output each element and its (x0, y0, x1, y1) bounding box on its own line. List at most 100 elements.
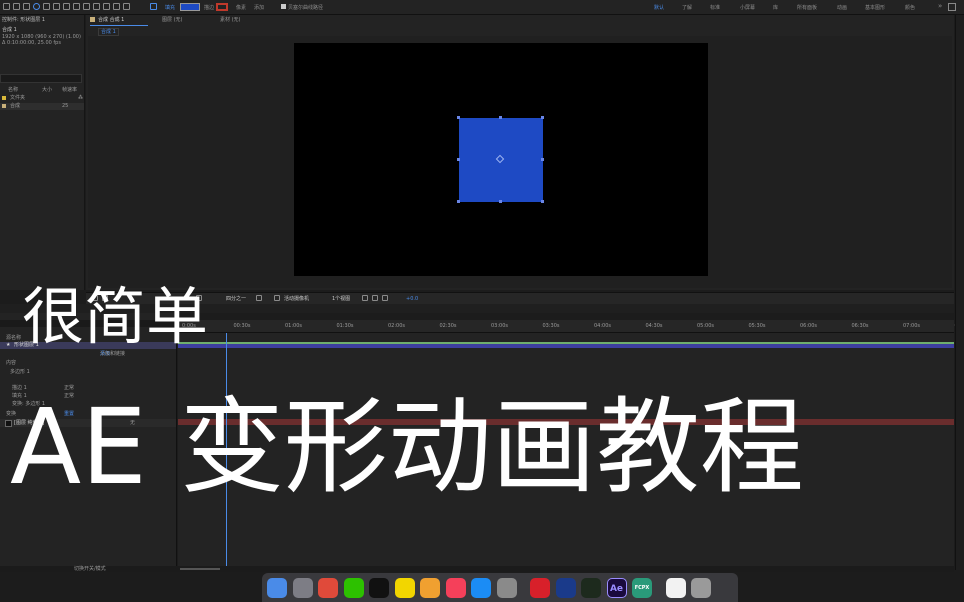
item-size: 25 (62, 103, 69, 109)
system-prefs-icon[interactable] (496, 578, 517, 598)
eraser-tool-icon[interactable] (103, 3, 110, 10)
views-select[interactable]: 1个视图 (332, 296, 350, 302)
col-size: 大小 (42, 87, 53, 93)
timeline-icon[interactable] (372, 295, 378, 301)
roto-tool-icon[interactable] (113, 3, 120, 10)
shape-handle[interactable] (541, 116, 544, 119)
viewer-control-bar: 四分之一 活动摄像机 1个视图 +0.0 (86, 292, 954, 304)
blue-square-shape[interactable] (457, 116, 544, 203)
project-search-input[interactable] (0, 74, 82, 83)
workspace-7[interactable]: 基本图形 (865, 4, 885, 11)
chrome-icon[interactable] (318, 578, 338, 598)
list-item[interactable]: 文件夹 ⁂ (0, 95, 84, 102)
shape-handle[interactable] (499, 116, 502, 119)
brush-tool-icon[interactable] (83, 3, 90, 10)
finder-icon[interactable] (267, 578, 287, 598)
col-fps: 帧速率 (62, 87, 78, 93)
status-bar: 切换开关/模式 (0, 566, 954, 572)
fast-preview-icon[interactable] (362, 295, 368, 301)
region-icon[interactable] (256, 295, 262, 301)
contents-label: 内容 (6, 360, 17, 366)
trash-icon[interactable] (691, 578, 711, 598)
project-panel: 控制件: 形状图层 1 合成 1 1920 x 1080 (960 x 270)… (0, 15, 85, 290)
workspace-6[interactable]: 动画 (837, 4, 847, 11)
camera-select[interactable]: 活动摄像机 (284, 296, 309, 302)
shape-handle[interactable] (457, 158, 460, 161)
workspace-4[interactable]: 库 (773, 4, 778, 11)
shape-handle[interactable] (457, 116, 460, 119)
star-tool-icon[interactable] (150, 3, 157, 10)
home-icon[interactable] (3, 3, 10, 10)
col-source-name: 源名称 (6, 335, 22, 341)
search-icon[interactable] (948, 3, 956, 11)
workspace-0[interactable]: 默认 (654, 4, 664, 11)
text-tool-icon[interactable] (63, 3, 70, 10)
workspace-2[interactable]: 标准 (710, 4, 720, 11)
fcpx-icon[interactable]: FCPX (632, 578, 652, 598)
selection-tool-icon[interactable] (13, 3, 20, 10)
workspace-1[interactable]: 了解 (682, 4, 692, 11)
ruler-tick-label: 01:30s (336, 323, 354, 329)
ruler-tick-label: 04:00s (594, 323, 612, 329)
audio-app-icon[interactable] (665, 578, 686, 598)
zoom-tool-icon[interactable] (33, 3, 40, 10)
tab-footage[interactable]: 素材 (无) (220, 17, 241, 23)
col-name: 名称 (8, 87, 19, 93)
shape-handle[interactable] (457, 200, 460, 203)
comp-tab-icon (90, 17, 95, 22)
toggle-modes-button[interactable]: 切换开关/模式 (74, 566, 106, 572)
shape-handle[interactable] (541, 200, 544, 203)
project-title: 控制件: 形状图层 1 (2, 17, 46, 23)
launchpad-icon[interactable] (292, 578, 313, 598)
workspace-overflow-icon[interactable]: » (938, 2, 942, 10)
work-area-bar[interactable] (178, 342, 954, 344)
photos-icon[interactable] (420, 578, 440, 598)
transparency-icon[interactable] (274, 295, 280, 301)
music-icon[interactable] (445, 578, 466, 598)
tab-composition[interactable]: 合成 合成 1 (98, 17, 124, 23)
anchor-point-icon[interactable] (495, 154, 505, 164)
list-item[interactable]: 合成 25 (0, 103, 84, 110)
ruler-tick-label: 03:30s (542, 323, 560, 329)
netease-music-icon[interactable] (530, 578, 550, 598)
after-effects-icon[interactable]: Ae (606, 578, 627, 598)
resolution-select[interactable]: 四分之一 (226, 296, 246, 302)
activity-monitor-icon[interactable] (581, 578, 601, 598)
workspace-3[interactable]: 小屏幕 (740, 4, 755, 11)
app-store-icon[interactable] (471, 578, 491, 598)
item-name: 文件夹 (10, 95, 26, 101)
shape-handle[interactable] (499, 200, 502, 203)
stroke-label: 描边 (204, 5, 215, 11)
workspace-8[interactable]: 颜色 (905, 4, 915, 11)
flowchart-icon[interactable] (382, 295, 388, 301)
cinema4d-icon[interactable] (555, 578, 576, 598)
camera-tool-icon[interactable] (53, 3, 60, 10)
right-panel-strip (955, 15, 964, 570)
ruler-tick-label: 02:30s (439, 323, 457, 329)
wechat-icon[interactable] (343, 578, 364, 598)
time-ruler[interactable]: 0:00s 00:30s 01:00s 01:30s 02:00s 02:30s 03:00… (178, 320, 964, 333)
stroke-unit: 像素 (236, 5, 247, 11)
ruler-tick-label: 04:30s (645, 323, 663, 329)
workspace-5[interactable]: 所有面板 (797, 4, 817, 11)
add-label[interactable]: 添加 (254, 4, 264, 11)
hand-tool-icon[interactable] (23, 3, 30, 10)
bezier-checkbox[interactable] (281, 4, 286, 9)
stamp-tool-icon[interactable] (93, 3, 100, 10)
comp-info-2: Δ 0:10:00:00, 25.00 fps (2, 40, 61, 46)
shape-handle[interactable] (541, 158, 544, 161)
pen-tool-icon[interactable] (73, 3, 80, 10)
rotate-tool-icon[interactable] (43, 3, 50, 10)
stroke-swatch[interactable] (216, 3, 228, 11)
qq-icon[interactable] (369, 578, 389, 598)
zoom-slider[interactable] (180, 568, 220, 570)
fill-swatch[interactable] (180, 3, 200, 11)
comp-flow-tab[interactable]: 合成 1 (98, 28, 119, 36)
exposure-value[interactable]: +0.0 (406, 296, 418, 302)
app-yellow-icon[interactable] (394, 578, 415, 598)
puppet-tool-icon[interactable] (123, 3, 130, 10)
tab-layer[interactable]: 图层 (无) (162, 17, 183, 23)
ruler-tick-label: 00:30s (233, 323, 251, 329)
toolbar: 填充 描边 像素 添加 贝塞尔曲线路径 默认 了解 标准 小屏幕 库 所有面板 … (0, 0, 964, 15)
bezier-label: 贝塞尔曲线路径 (288, 5, 324, 11)
